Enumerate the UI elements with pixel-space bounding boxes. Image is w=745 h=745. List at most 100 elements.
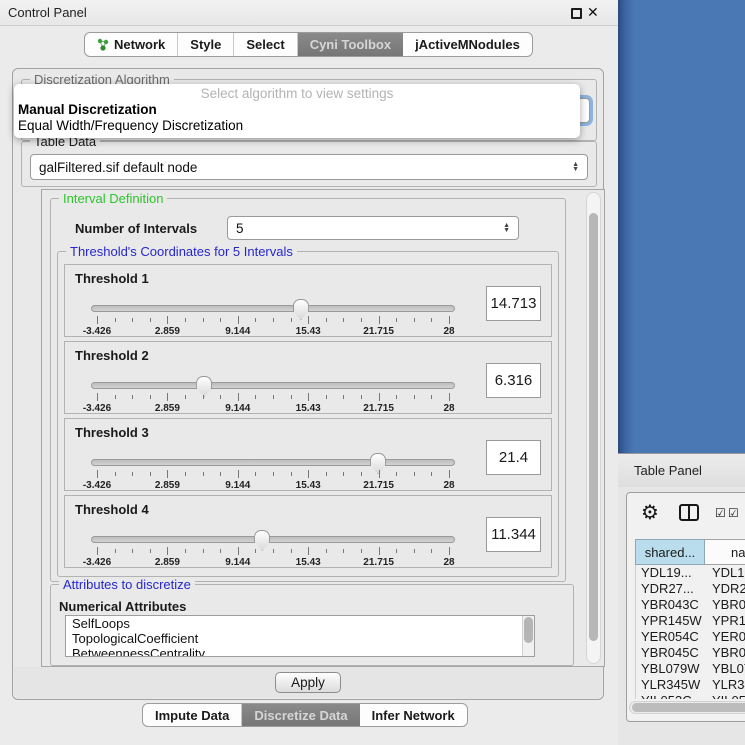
table-cell[interactable]: YBR04 [706, 645, 745, 661]
tick-mark [97, 547, 98, 555]
tick-mark [203, 318, 204, 322]
table-cell[interactable]: YDL19 [706, 565, 745, 581]
attribute-item-betweennesscentrality[interactable]: BetweennessCentrality [66, 646, 534, 657]
tick-mark [326, 472, 327, 476]
table-cell[interactable]: YBR045C [636, 645, 706, 661]
algorithm-placeholder-option[interactable]: Select algorithm to view settings [14, 86, 580, 102]
attributes-scrollbar-thumb[interactable] [524, 617, 533, 643]
threshold-slider[interactable]: -3.4262.8599.14415.4321.71528 [91, 459, 455, 489]
table-row[interactable]: YDL19...YDL19 [636, 565, 745, 581]
table-cell[interactable]: YBR04 [706, 597, 745, 613]
table-cell[interactable]: YPR145W [636, 613, 706, 629]
table-cell[interactable]: YIL053C [636, 693, 706, 699]
checkbox-icon[interactable]: ☑ [715, 506, 726, 520]
attribute-item-topologicalcoefficient[interactable]: TopologicalCoefficient [66, 631, 534, 646]
algorithm-option-manual-discretization[interactable]: Manual Discretization [14, 102, 580, 118]
tab-style[interactable]: Style [178, 33, 234, 56]
tab-network[interactable]: Network [85, 33, 178, 56]
control-panel-title: Control Panel [8, 5, 87, 20]
threshold-value-field[interactable]: 14.713 [486, 286, 541, 321]
table-cell[interactable]: YER054C [636, 629, 706, 645]
tick-label: 28 [443, 326, 454, 337]
slider-ticks [97, 393, 449, 402]
table-cell[interactable]: YBL079W [636, 661, 706, 677]
algorithm-dropdown-popup: Select algorithm to view settings Manual… [14, 84, 580, 138]
tab-impute-data[interactable]: Impute Data [143, 704, 242, 726]
threshold-value-field[interactable]: 11.344 [486, 517, 541, 552]
attribute-items: SelfLoopsTopologicalCoefficientBetweenne… [66, 616, 534, 657]
table-horizontal-scrollbar[interactable] [629, 701, 745, 714]
threshold-value-field[interactable]: 21.4 [486, 440, 541, 475]
table-row[interactable]: YLR345WYLR34 [636, 677, 745, 693]
slider-track[interactable] [91, 459, 455, 466]
tick-label: 21.715 [363, 403, 394, 414]
table-row[interactable]: YBL079WYBL07 [636, 661, 745, 677]
tick-label: 9.144 [225, 403, 250, 414]
tick-label: 15.43 [296, 326, 321, 337]
tick-mark [255, 549, 256, 553]
table-data-selected-value: galFiltered.sif default node [39, 160, 197, 175]
checkbox-icon[interactable]: ☑ [728, 506, 739, 520]
table-cell[interactable]: YBL07 [706, 661, 745, 677]
split-columns-icon[interactable] [679, 504, 699, 521]
attributes-group: Attributes to discretize Numerical Attri… [50, 584, 574, 666]
table-cell[interactable]: YIL05 [706, 693, 745, 699]
table-row[interactable]: YIL053CYIL05 [636, 693, 745, 699]
table-cell[interactable]: YDR27... [636, 581, 706, 597]
tick-mark [167, 316, 168, 324]
table-row[interactable]: YDR27...YDR27 [636, 581, 745, 597]
table-hscrollbar-thumb[interactable] [632, 703, 745, 712]
threshold-slider[interactable]: -3.4262.8599.14415.4321.71528 [91, 536, 455, 566]
table-row[interactable]: YBR043CYBR04 [636, 597, 745, 613]
stepper-arrows-icon: ▲▼ [572, 162, 579, 172]
close-panel-icon[interactable]: ✕ [587, 4, 599, 21]
apply-button[interactable]: Apply [275, 672, 341, 693]
table-cell[interactable]: YDL19... [636, 565, 706, 581]
column-header-shared-name[interactable]: shared... [635, 539, 705, 565]
gear-icon[interactable]: ⚙ [641, 500, 659, 525]
column-header-name[interactable]: na [705, 539, 745, 565]
algorithm-option-equal-width-frequency-discretization[interactable]: Equal Width/Frequency Discretization [14, 118, 580, 134]
table-cell[interactable]: YPR14 [706, 613, 745, 629]
table-cell[interactable]: YER05 [706, 629, 745, 645]
tick-mark [132, 472, 133, 476]
table-cell[interactable]: YDR27 [706, 581, 745, 597]
tab-cyni-toolbox[interactable]: Cyni Toolbox [298, 33, 403, 56]
tick-mark [308, 393, 309, 401]
table-row[interactable]: YPR145WYPR14 [636, 613, 745, 629]
tick-mark [449, 547, 450, 555]
numerical-attributes-list[interactable]: SelfLoopsTopologicalCoefficientBetweenne… [65, 615, 535, 657]
tick-label: 2.859 [155, 557, 180, 568]
table-row[interactable]: YBR045CYBR04 [636, 645, 745, 661]
tab-discretize-data[interactable]: Discretize Data [242, 704, 359, 726]
tick-mark [308, 316, 309, 324]
tick-mark [150, 549, 151, 553]
tick-mark [379, 316, 380, 324]
tab-label: Discretize Data [254, 708, 347, 723]
settings-scrollbar-thumb[interactable] [589, 213, 598, 641]
table-row[interactable]: YER054CYER05 [636, 629, 745, 645]
threshold-slider[interactable]: -3.4262.8599.14415.4321.71528 [91, 305, 455, 335]
attribute-item-selfloops[interactable]: SelfLoops [66, 616, 534, 631]
table-cell[interactable]: YLR34 [706, 677, 745, 693]
tab-select[interactable]: Select [234, 33, 297, 56]
threshold-value-field[interactable]: 6.316 [486, 363, 541, 398]
table-cell[interactable]: YLR345W [636, 677, 706, 693]
slider-track[interactable] [91, 305, 455, 312]
slider-ticks [97, 316, 449, 325]
threshold-slider[interactable]: -3.4262.8599.14415.4321.71528 [91, 382, 455, 412]
settings-scrollbar[interactable] [586, 192, 601, 664]
tick-mark [326, 318, 327, 322]
table-panel-titlebar: Table Panel [618, 453, 745, 487]
slider-track[interactable] [91, 536, 455, 543]
tab-infer-network[interactable]: Infer Network [360, 704, 467, 726]
tick-mark [150, 472, 151, 476]
float-window-icon[interactable] [571, 8, 582, 19]
slider-track[interactable] [91, 382, 455, 389]
table-cell[interactable]: YBR043C [636, 597, 706, 613]
tick-label: 21.715 [363, 557, 394, 568]
number-of-intervals-select[interactable]: 5 ▲▼ [227, 216, 519, 240]
tab-jactivemnodules[interactable]: jActiveMNodules [403, 33, 532, 56]
attributes-scrollbar[interactable] [522, 616, 534, 656]
table-data-select[interactable]: galFiltered.sif default node ▲▼ [30, 154, 588, 180]
